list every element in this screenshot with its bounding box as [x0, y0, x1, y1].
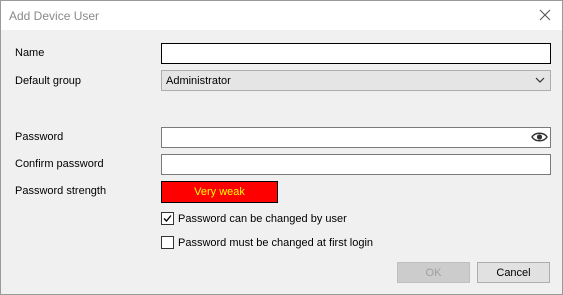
close-icon: [539, 9, 551, 21]
add-device-user-dialog: Add Device User Name Default group Admin…: [0, 0, 563, 295]
show-password-eye-icon[interactable]: [531, 130, 548, 144]
name-label: Name: [15, 47, 45, 59]
chevron-down-icon: [535, 77, 545, 83]
can-change-password-checkbox[interactable]: [161, 212, 174, 225]
default-group-value: Administrator: [166, 74, 231, 87]
must-change-password-checkbox[interactable]: [161, 236, 174, 249]
can-change-password-checkbox-row[interactable]: Password can be changed by user: [161, 212, 347, 225]
name-input[interactable]: [161, 43, 551, 64]
checkmark-icon: [163, 215, 172, 222]
must-change-password-label: Password must be changed at first login: [178, 236, 374, 249]
close-button[interactable]: [536, 6, 554, 24]
can-change-password-label: Password can be changed by user: [178, 212, 347, 225]
password-input[interactable]: [161, 127, 551, 148]
title-bar: Add Device User: [1, 1, 562, 30]
must-change-password-checkbox-row[interactable]: Password must be changed at first login: [161, 236, 373, 249]
confirm-password-label: Confirm password: [15, 158, 104, 170]
ok-button[interactable]: OK: [397, 262, 470, 283]
password-strength-label: Password strength: [15, 185, 107, 197]
default-group-label: Default group: [15, 75, 82, 87]
password-strength-indicator: Very weak: [161, 181, 278, 203]
window-title: Add Device User: [9, 9, 100, 23]
password-label: Password: [15, 131, 64, 143]
confirm-password-input[interactable]: [161, 154, 551, 175]
default-group-select[interactable]: Administrator: [161, 70, 551, 91]
cancel-button[interactable]: Cancel: [477, 262, 550, 283]
